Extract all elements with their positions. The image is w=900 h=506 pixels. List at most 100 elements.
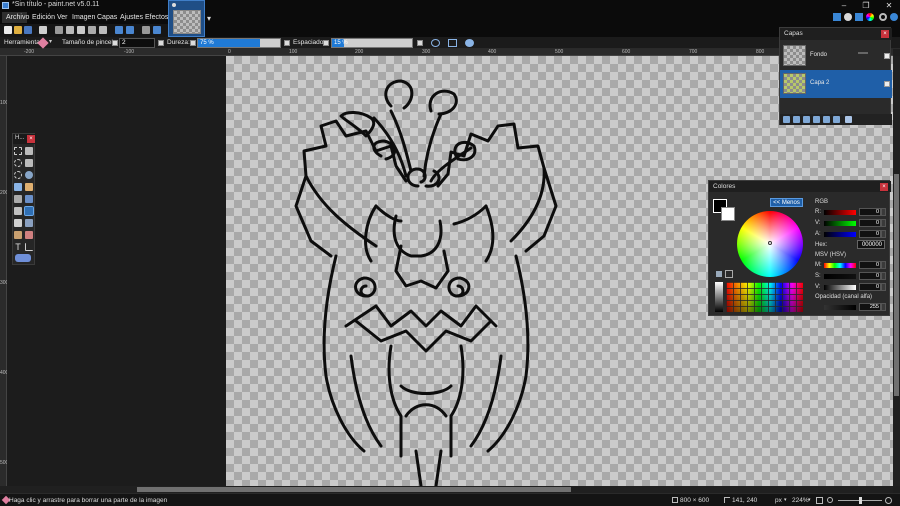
colors-close-button[interactable]: × <box>880 183 888 191</box>
menu-ajustes[interactable]: Ajustes <box>120 14 143 21</box>
layers-toggle-icon[interactable] <box>855 13 863 21</box>
open-file-icon[interactable] <box>14 26 22 34</box>
alpha-stepper[interactable] <box>881 303 886 311</box>
paintbrush-icon[interactable] <box>14 207 22 215</box>
brush-size-lock-icon[interactable] <box>112 40 118 46</box>
lasso-select-icon[interactable] <box>14 159 22 167</box>
ellipse-select-icon[interactable] <box>14 171 22 179</box>
zoom-out-icon[interactable] <box>827 497 833 503</box>
tab-dropdown-icon[interactable]: ▾ <box>207 14 211 23</box>
zoom-in-icon[interactable] <box>885 497 892 504</box>
hardness-reset-icon[interactable] <box>284 40 290 46</box>
print-icon[interactable] <box>39 26 47 34</box>
blend-mode-icon[interactable] <box>431 39 440 47</box>
pan-icon[interactable] <box>25 183 33 191</box>
unit-dropdown-icon[interactable]: ▾ <box>784 497 787 503</box>
hardness-slider[interactable]: 75 % <box>197 38 281 48</box>
horizontal-scrollbar[interactable] <box>0 486 893 493</box>
menu-archivo[interactable]: Archivo <box>6 14 29 21</box>
saturation-input[interactable]: 0 <box>859 272 881 280</box>
recolor-icon[interactable] <box>25 231 33 239</box>
value-input[interactable]: 0 <box>859 283 881 291</box>
help-icon[interactable] <box>890 13 898 21</box>
hardness-lock-icon[interactable] <box>190 40 196 46</box>
red-stepper[interactable] <box>881 208 886 216</box>
layers-panel-header[interactable]: Capas × <box>780 28 892 40</box>
layer-row-capa-2[interactable]: Capa 2 <box>780 70 892 98</box>
new-file-icon[interactable] <box>4 26 12 34</box>
move-layer-down-icon[interactable] <box>833 116 840 123</box>
pencil-icon[interactable] <box>14 219 22 227</box>
save-icon[interactable] <box>24 26 32 34</box>
color-wheel-marker[interactable] <box>768 241 772 245</box>
grayscale-palette[interactable] <box>715 282 723 312</box>
hue-stepper[interactable] <box>881 261 886 269</box>
menu-imagen[interactable]: Imagen <box>72 14 95 21</box>
green-input[interactable]: 0 <box>859 219 881 227</box>
grid-icon[interactable] <box>142 26 150 34</box>
deselect-icon[interactable] <box>99 26 107 34</box>
layer-row-fondo[interactable]: Fondo <box>780 42 892 70</box>
close-window-button[interactable]: ✕ <box>878 0 900 12</box>
value-slider[interactable] <box>824 285 856 290</box>
undo-icon[interactable] <box>115 26 123 34</box>
zoom-slider-thumb[interactable] <box>859 497 862 504</box>
paint-bucket-icon[interactable] <box>14 195 22 203</box>
hue-slider[interactable] <box>824 263 856 268</box>
color-palette[interactable] <box>726 282 803 312</box>
layer-visibility-checkbox[interactable] <box>884 81 890 87</box>
eraser-tool-icon[interactable] <box>24 206 34 216</box>
red-slider[interactable] <box>824 210 856 215</box>
clone-stamp-icon[interactable] <box>14 231 22 239</box>
vertical-scroll-thumb[interactable] <box>894 174 899 396</box>
cut-icon[interactable] <box>55 26 63 34</box>
menu-edicion[interactable]: Edición <box>32 14 55 21</box>
copy-icon[interactable] <box>66 26 74 34</box>
zoom-icon[interactable] <box>25 171 33 179</box>
hex-input[interactable]: 000000 <box>857 240 885 249</box>
shapes-icon[interactable] <box>15 254 31 262</box>
value-stepper[interactable] <box>881 283 886 291</box>
delete-layer-icon[interactable] <box>793 116 800 123</box>
maximize-button[interactable]: ❐ <box>855 0 877 12</box>
zoom-fit-icon[interactable] <box>816 497 823 504</box>
paste-icon[interactable] <box>77 26 85 34</box>
hue-input[interactable]: 0 <box>859 261 881 269</box>
zoom-level[interactable]: 224% <box>792 497 809 504</box>
tools-close-button[interactable]: × <box>27 135 35 143</box>
unit-selector[interactable]: px <box>775 497 782 504</box>
saturation-slider[interactable] <box>824 274 856 279</box>
saturation-stepper[interactable] <box>881 272 886 280</box>
less-button[interactable]: << Menos <box>770 198 803 207</box>
layer-visibility-checkbox[interactable] <box>884 53 890 59</box>
blue-slider[interactable] <box>824 232 856 237</box>
move-selected-icon[interactable] <box>25 147 33 155</box>
menu-ver[interactable]: Ver <box>57 14 68 21</box>
horizontal-scroll-thumb[interactable] <box>137 487 571 492</box>
colors-panel-header[interactable]: Colores × <box>709 181 891 192</box>
blue-stepper[interactable] <box>881 230 886 238</box>
menu-efectos[interactable]: Efectos <box>145 14 168 21</box>
move-layer-up-icon[interactable] <box>823 116 830 123</box>
red-input[interactable]: 0 <box>859 208 881 216</box>
spacing-lock-icon[interactable] <box>323 40 329 46</box>
gear-icon[interactable] <box>879 13 887 21</box>
zoom-dropdown-icon[interactable]: ▾ <box>808 497 811 503</box>
vertical-scrollbar[interactable] <box>893 56 900 486</box>
tools-toggle-icon[interactable] <box>833 13 841 21</box>
tools-window-header[interactable]: H... × <box>13 134 36 144</box>
add-layer-icon[interactable] <box>783 116 790 123</box>
add-to-palette-icon[interactable] <box>716 271 722 277</box>
magic-wand-icon[interactable] <box>14 183 22 191</box>
merge-layer-icon[interactable] <box>813 116 820 123</box>
layer-properties-icon[interactable] <box>845 116 852 123</box>
green-slider[interactable] <box>824 221 856 226</box>
history-toggle-icon[interactable] <box>844 13 852 21</box>
blue-input[interactable]: 0 <box>859 230 881 238</box>
brush-size-input[interactable]: 2 <box>119 38 155 48</box>
ruler-icon[interactable] <box>153 26 161 34</box>
spacing-reset-icon[interactable] <box>417 40 423 46</box>
gradient-icon[interactable] <box>25 195 33 203</box>
document-tab[interactable] <box>168 0 205 37</box>
colors-toggle-icon[interactable] <box>866 13 874 21</box>
